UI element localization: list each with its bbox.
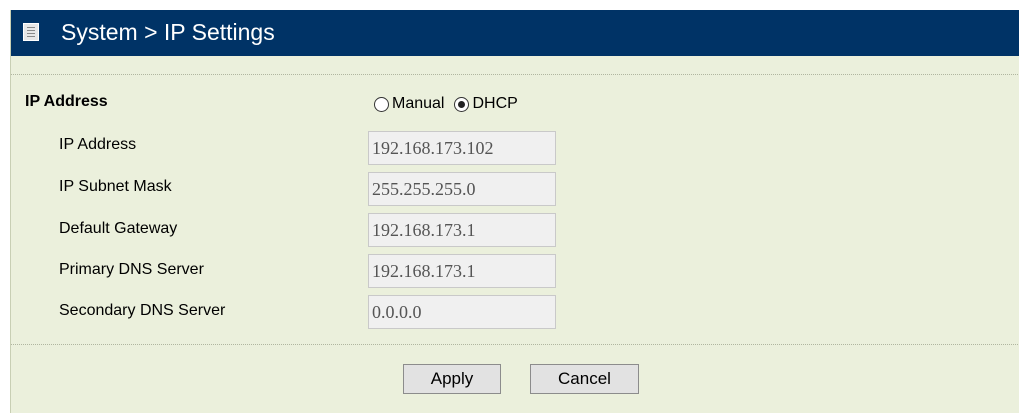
default-gateway-field[interactable] [368,213,556,247]
divider-bottom [11,344,1019,345]
cancel-button[interactable]: Cancel [530,364,639,394]
divider-top [11,74,1019,75]
list-icon [23,23,39,41]
ip-address-field[interactable] [368,131,556,165]
dhcp-radio[interactable] [454,96,470,112]
ip-address-section-label: IP Address [25,93,108,110]
radio-selected-dot [458,100,466,108]
subnet-mask-field[interactable] [368,172,556,206]
subnet-mask-label: IP Subnet Mask [59,178,172,195]
ip-settings-panel: System > IP Settings IP Address Manual D… [10,10,1019,413]
primary-dns-label: Primary DNS Server [59,261,204,278]
dhcp-radio-label[interactable]: DHCP [472,95,517,113]
primary-dns-field[interactable] [368,254,556,288]
title-bar: System > IP Settings [11,10,1019,56]
manual-radio-label[interactable]: Manual [392,95,444,113]
apply-button[interactable]: Apply [403,364,501,394]
secondary-dns-field[interactable] [368,295,556,329]
ip-address-label: IP Address [59,136,137,153]
secondary-dns-label: Secondary DNS Server [59,302,226,319]
ip-mode-radio-group: Manual DHCP [374,93,528,115]
default-gateway-label: Default Gateway [59,220,178,237]
page-title: System > IP Settings [61,19,275,45]
manual-radio[interactable] [374,96,389,112]
